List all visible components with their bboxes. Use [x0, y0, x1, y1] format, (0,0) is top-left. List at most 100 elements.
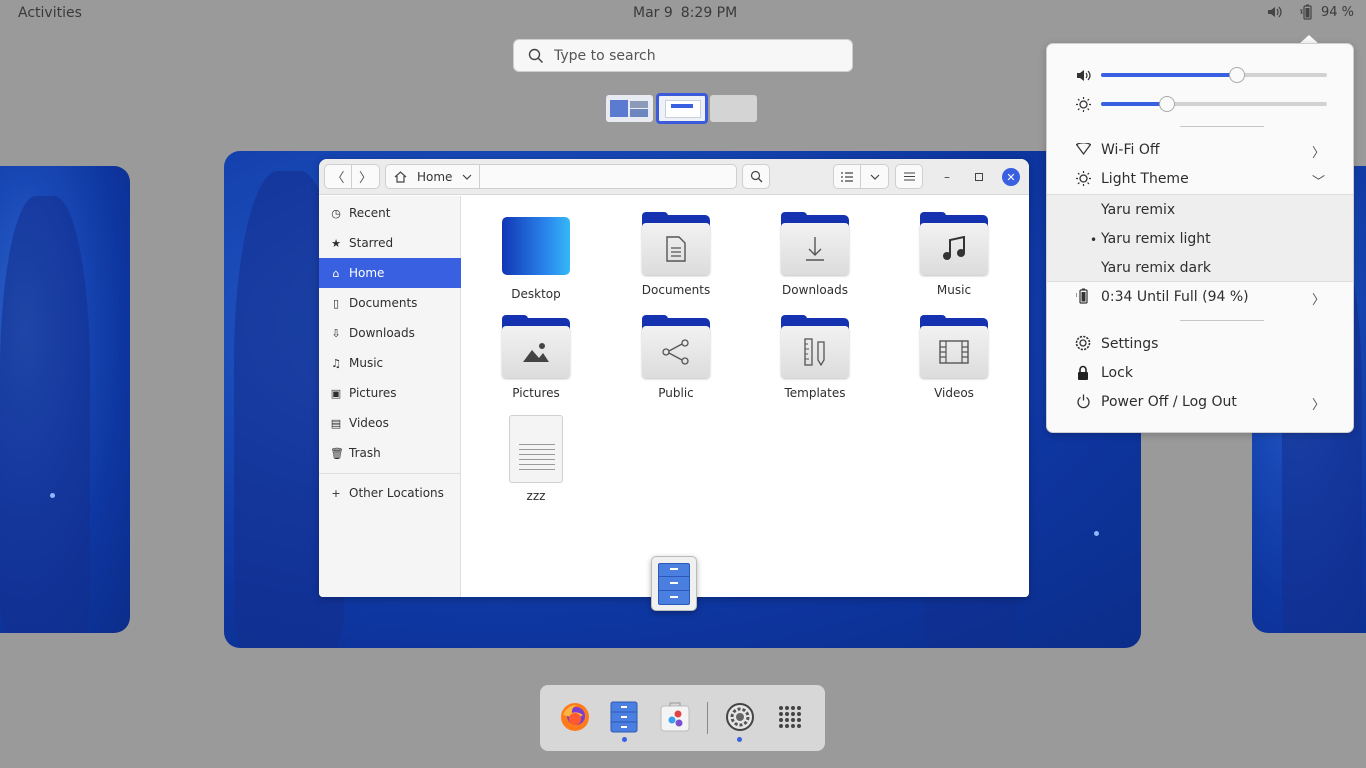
minimize-icon: – — [944, 170, 950, 184]
gear-icon — [1075, 335, 1091, 351]
sidebar-item-trash[interactable]: 🗑 Trash — [319, 438, 461, 468]
brightness-slider-fill — [1101, 102, 1167, 106]
path-bar[interactable]: Home — [385, 164, 737, 189]
download-icon: ⇩ — [331, 326, 341, 340]
software-icon[interactable] — [657, 699, 693, 735]
sidebar-item-other-locations[interactable]: + Other Locations — [319, 478, 461, 508]
theme-option-yaru-remix[interactable]: Yaru remix — [1101, 202, 1175, 218]
workspace-left[interactable] — [0, 166, 130, 633]
battery-row[interactable]: 0:34 Until Full (94 %) 〉 — [1047, 282, 1353, 311]
sidebar-item-pictures[interactable]: ▣ Pictures — [319, 378, 461, 408]
sidebar-item-documents[interactable]: ▯ Documents — [319, 288, 461, 318]
minimize-button[interactable]: – — [938, 168, 956, 186]
clock[interactable]: Mar 9 8:29 PM — [633, 5, 737, 21]
activities-button[interactable]: Activities — [18, 5, 82, 21]
sidebar-item-label: Home — [349, 266, 385, 280]
file-item-label: Desktop — [511, 287, 561, 301]
file-manager-window[interactable]: 〈 〉 Home – ✕ ◷ Recent ★ Starred ⌂ Home ▯ Doc… — [319, 159, 1029, 597]
menu-button[interactable] — [895, 164, 923, 189]
chevron-down-icon — [463, 174, 472, 180]
file-item-downloads[interactable]: Downloads — [755, 212, 875, 297]
battery-icon — [1299, 4, 1315, 20]
sidebar-item-label: Other Locations — [349, 486, 444, 500]
file-item-label: Videos — [934, 386, 974, 400]
brightness-slider-knob[interactable] — [1158, 96, 1175, 112]
workspace-thumbnail-1[interactable] — [606, 95, 653, 122]
close-button[interactable]: ✕ — [1002, 168, 1020, 186]
templates-folder-icon — [781, 315, 849, 378]
theme-row[interactable]: Light Theme ﹀ — [1047, 164, 1353, 193]
file-item-desktop[interactable]: Desktop — [476, 217, 596, 301]
file-item-label: Music — [936, 283, 972, 297]
brightness-slider[interactable] — [1101, 96, 1327, 112]
maximize-button[interactable] — [970, 168, 988, 186]
settings-icon[interactable] — [722, 699, 758, 735]
file-item-public[interactable]: Public — [616, 315, 736, 400]
view-list-button[interactable] — [833, 164, 861, 189]
search-bar[interactable] — [513, 39, 853, 72]
wifi-row[interactable]: Wi-Fi Off 〉 — [1047, 135, 1353, 164]
lock-row[interactable]: Lock — [1047, 358, 1353, 387]
chevron-right-icon: 〉 — [358, 171, 372, 186]
file-item-pictures[interactable]: Pictures — [476, 315, 596, 400]
forward-button[interactable]: 〉 — [352, 164, 380, 189]
volume-icon — [1075, 67, 1091, 83]
app-grid-icon[interactable] — [772, 699, 808, 735]
list-view-icon — [841, 171, 853, 182]
volume-slider-knob[interactable] — [1228, 67, 1245, 83]
sidebar-item-label: Videos — [349, 416, 389, 430]
clock-time: 8:29 PM — [680, 5, 738, 21]
firefox-icon[interactable] — [557, 699, 593, 735]
file-item-videos[interactable]: Videos — [894, 315, 1014, 400]
chevron-down-icon — [870, 174, 879, 180]
sidebar-item-recent[interactable]: ◷ Recent — [319, 198, 461, 228]
search-input[interactable] — [554, 46, 834, 66]
power-icon — [1075, 393, 1091, 409]
volume-slider[interactable] — [1101, 67, 1327, 83]
theme-option-yaru-remix-dark[interactable]: Yaru remix dark — [1101, 260, 1211, 276]
volume-slider-fill — [1101, 73, 1237, 77]
sidebar-item-music[interactable]: ♫ Music — [319, 348, 461, 378]
file-item-label: Templates — [784, 386, 846, 400]
view-options-button[interactable] — [861, 164, 889, 189]
path-home-label: Home — [417, 169, 453, 184]
sidebar-item-starred[interactable]: ★ Starred — [319, 228, 461, 258]
chevron-right-icon: 〉 — [1311, 146, 1325, 161]
downloads-folder-icon — [781, 212, 849, 275]
power-row[interactable]: Power Off / Log Out 〉 — [1047, 387, 1353, 416]
file-item-zzz[interactable]: zzz — [476, 415, 596, 503]
selected-bullet: • — [1090, 233, 1098, 247]
file-item-music[interactable]: Music — [894, 212, 1014, 297]
header-bar: 〈 〉 Home – ✕ — [319, 159, 1029, 195]
files-app-icon — [651, 556, 697, 611]
search-button[interactable] — [742, 164, 770, 189]
sidebar-item-videos[interactable]: ▤ Videos — [319, 408, 461, 438]
file-item-templates[interactable]: Templates — [755, 315, 875, 400]
files-icon[interactable] — [606, 699, 642, 735]
file-item-documents[interactable]: Documents — [616, 212, 736, 297]
settings-row[interactable]: Settings — [1047, 329, 1353, 358]
sidebar-item-label: Starred — [349, 236, 394, 250]
video-icon: ▤ — [330, 416, 342, 430]
lock-icon — [1075, 364, 1091, 380]
pictures-folder-icon — [502, 315, 570, 378]
chevron-right-icon: 〉 — [1311, 293, 1325, 308]
dock-separator — [707, 702, 708, 734]
star-icon: ★ — [331, 236, 341, 250]
text-file-icon — [509, 415, 563, 483]
sidebar-item-downloads[interactable]: ⇩ Downloads — [319, 318, 461, 348]
settings-label: Settings — [1101, 335, 1159, 352]
workspace-thumbnail-3[interactable] — [710, 95, 757, 122]
path-home[interactable]: Home — [386, 165, 480, 188]
clock-icon: ◷ — [331, 206, 341, 220]
theme-label: Light Theme — [1101, 170, 1189, 187]
file-item-label: Documents — [641, 283, 711, 297]
theme-option-yaru-remix-light[interactable]: Yaru remix light — [1101, 231, 1211, 247]
home-icon — [394, 170, 407, 183]
sidebar-item-home[interactable]: ⌂ Home — [319, 258, 461, 288]
system-indicators[interactable]: 94 % — [1267, 4, 1354, 20]
close-icon: ✕ — [1006, 170, 1016, 184]
power-label: Power Off / Log Out — [1101, 393, 1237, 410]
workspace-thumbnail-2[interactable] — [656, 93, 708, 124]
back-button[interactable]: 〈 — [324, 164, 352, 189]
